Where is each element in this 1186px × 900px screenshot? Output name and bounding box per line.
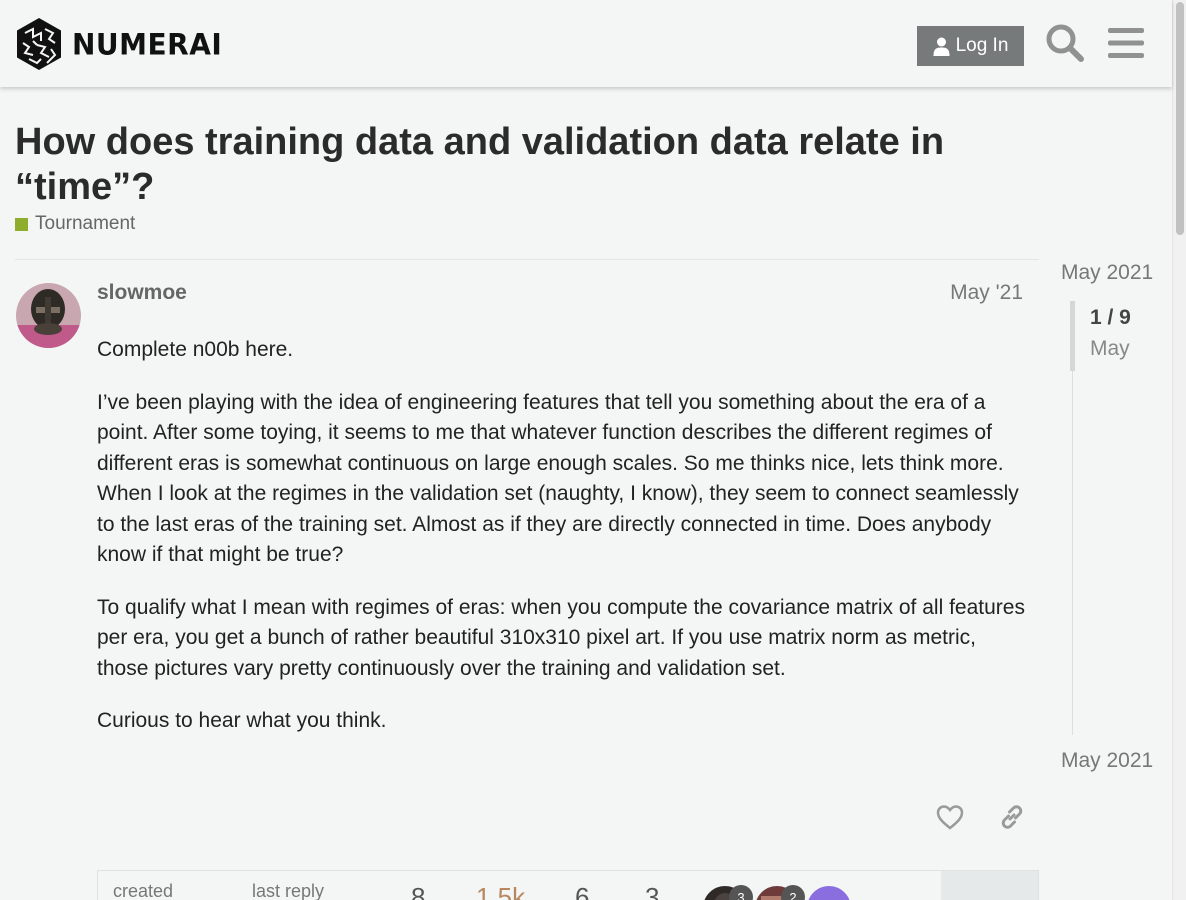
- post-paragraph: I’ve been playing with the idea of engin…: [97, 390, 1019, 567]
- post-body: Complete n00b here. I’ve been playing wi…: [97, 335, 1027, 759]
- links-count: 3: [645, 882, 660, 900]
- hamburger-menu-icon: [1108, 28, 1144, 58]
- search-icon: [1046, 24, 1084, 62]
- timeline-scroll-handle[interactable]: [1070, 301, 1075, 371]
- timeline-current-month: May: [1090, 337, 1130, 360]
- topic-divider: [15, 259, 1039, 260]
- user-icon: [933, 37, 950, 56]
- avatar[interactable]: [16, 283, 81, 348]
- category-badge[interactable]: Tournament: [15, 213, 135, 235]
- share-link-button[interactable]: [992, 797, 1032, 837]
- log-in-label: Log In: [955, 35, 1009, 56]
- post-paragraph: To qualify what I mean with regimes of e…: [97, 595, 1025, 680]
- participant-post-count: 3: [729, 885, 753, 900]
- post-date[interactable]: May '21: [950, 281, 1023, 305]
- category-color-swatch: [15, 217, 28, 231]
- replies-count: 8: [411, 882, 426, 900]
- users-count: 6: [575, 882, 590, 900]
- timeline-post-counter: 1 / 9: [1090, 306, 1131, 329]
- log-in-button[interactable]: Log In: [917, 26, 1024, 66]
- topic-title[interactable]: How does training data and validation da…: [15, 120, 995, 210]
- menu-button[interactable]: [1105, 22, 1147, 64]
- post-author[interactable]: slowmoe: [97, 281, 187, 305]
- views-count: 1.5k: [476, 882, 526, 900]
- category-label: Tournament: [35, 213, 136, 234]
- scrollbar-thumb[interactable]: [1176, 2, 1184, 235]
- last-reply-label: last reply: [252, 881, 325, 900]
- site-header: NUMERAI Log In: [0, 0, 1172, 87]
- topic-map-expand-button[interactable]: [941, 871, 1038, 900]
- timeline-end-date[interactable]: May 2021: [1061, 749, 1153, 773]
- participant-post-count: 2: [781, 885, 805, 900]
- search-button[interactable]: [1044, 22, 1086, 64]
- post-paragraph: Curious to hear what you think.: [97, 709, 387, 732]
- numerai-logo[interactable]: NUMERAI: [15, 17, 222, 71]
- like-button[interactable]: [930, 797, 970, 837]
- heart-icon: [936, 805, 964, 830]
- link-icon: [1001, 805, 1023, 829]
- user-avatar-image: [16, 283, 81, 348]
- participant-avatar[interactable]: [807, 886, 851, 900]
- post-paragraph: Complete n00b here.: [97, 338, 294, 361]
- page-scrollbar[interactable]: [1172, 0, 1186, 900]
- logo-wordmark: NUMERAI: [72, 26, 223, 62]
- created-label: created: [113, 881, 174, 900]
- timeline-start-date[interactable]: May 2021: [1061, 261, 1153, 285]
- numerai-logo-icon: [17, 18, 61, 70]
- topic-map: created last reply 8 1.5k 6 3 3 2: [97, 870, 1039, 900]
